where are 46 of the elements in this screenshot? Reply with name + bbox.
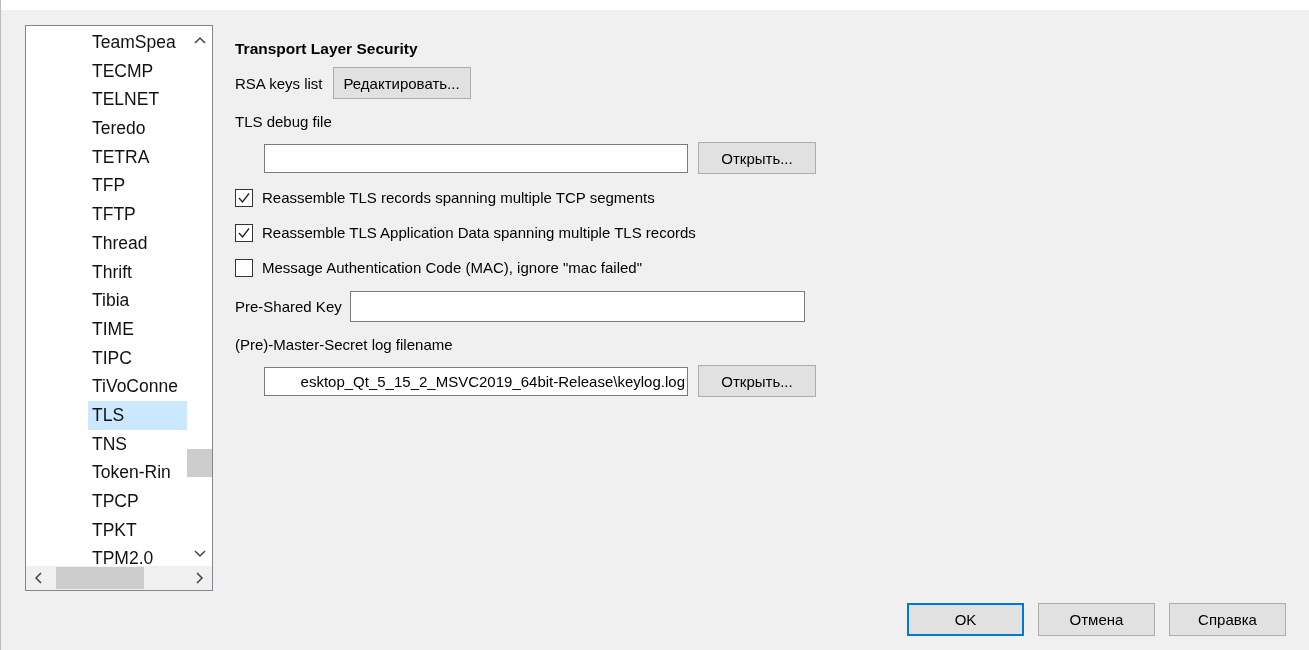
scroll-down-icon[interactable]: [193, 550, 206, 558]
open-button[interactable]: Открыть...: [698, 365, 816, 397]
field-label: (Pre)-Master-Secret log filename: [235, 336, 454, 353]
checkbox[interactable]: [235, 188, 253, 207]
field-label: Pre-Shared Key: [235, 298, 342, 315]
list-item[interactable]: TETRA: [88, 142, 187, 172]
dialog-button[interactable]: OK: [907, 603, 1024, 636]
edit-button[interactable]: Редактировать...: [332, 67, 471, 99]
dialog-button[interactable]: Отмена: [1038, 603, 1155, 636]
list-item[interactable]: TNS: [88, 429, 187, 459]
list-item[interactable]: TLS: [88, 400, 187, 430]
list-item[interactable]: Tibia: [88, 286, 187, 315]
dialog-button[interactable]: Справка: [1169, 603, 1286, 636]
list-item[interactable]: Thread: [88, 228, 187, 258]
checkbox-label: Reassemble TLS records spanning multiple TCP segments: [262, 189, 655, 206]
input-field[interactable]: [264, 143, 688, 173]
scroll-left-icon[interactable]: [34, 572, 42, 584]
list-item[interactable]: TPCP: [88, 487, 187, 516]
scroll-thumb[interactable]: [187, 449, 212, 477]
open-button[interactable]: Открыть...: [698, 142, 816, 174]
list-item[interactable]: Token-Rin: [88, 458, 187, 487]
field-label: TLS debug file: [235, 113, 333, 130]
list-item[interactable]: Thrift: [88, 257, 187, 287]
input-field[interactable]: [349, 291, 805, 322]
section-title: Transport Layer Security: [235, 40, 419, 58]
scroll-thumb[interactable]: [56, 567, 144, 589]
checkbox-label: Message Authentication Code (MAC), ignore "mac failed": [262, 259, 642, 276]
checkbox[interactable]: [235, 223, 253, 242]
list-item[interactable]: TeamSpea: [88, 28, 187, 57]
list-item[interactable]: TPM2.0: [88, 544, 187, 566]
input-field[interactable]: esktop_Qt_5_15_2_MSVC2019_64bit-Release\keylog.log: [264, 366, 688, 396]
list-item[interactable]: TFTP: [88, 200, 187, 229]
scroll-right-icon[interactable]: [196, 572, 204, 584]
list-item[interactable]: TiVoConne: [88, 372, 187, 401]
list-item[interactable]: Teredo: [88, 114, 187, 143]
list-item[interactable]: TFP: [88, 171, 187, 201]
list-item[interactable]: TPKT: [88, 515, 187, 545]
scroll-up-icon[interactable]: [193, 36, 206, 44]
list-item[interactable]: TELNET: [88, 85, 187, 115]
field-label: RSA keys list: [235, 74, 323, 92]
list-item[interactable]: TIME: [88, 314, 187, 344]
list-item[interactable]: TIPC: [88, 343, 187, 373]
list-item[interactable]: TECMP: [88, 56, 187, 86]
checkbox[interactable]: [235, 258, 253, 277]
horizontal-scrollbar[interactable]: [26, 566, 212, 590]
checkbox-label: Reassemble TLS Application Data spanning multiple TLS records: [262, 224, 696, 241]
